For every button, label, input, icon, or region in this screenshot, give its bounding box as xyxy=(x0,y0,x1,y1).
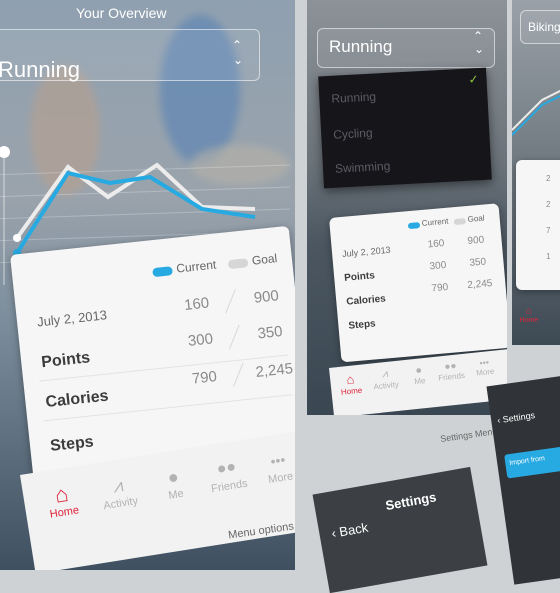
points-label: Points xyxy=(343,270,376,284)
stats-card: Current Goal July 2, 2013 160 900 Points… xyxy=(329,203,507,363)
settings-back-label: Settings xyxy=(502,410,536,425)
value-separator xyxy=(228,324,240,350)
activity-select-value: Running xyxy=(329,37,393,56)
steps-goal: 2,245 xyxy=(466,278,493,292)
current-legend-label: Current xyxy=(421,216,449,228)
stats-card: 2 2 7 1 xyxy=(516,160,560,290)
tab-friends[interactable]: ●● Friends xyxy=(200,453,255,496)
chevron-down-icon: ⌄ xyxy=(474,42,485,56)
steps-goal: 2,245 xyxy=(254,360,294,381)
back-button[interactable]: ‹ Back xyxy=(330,520,369,541)
legend-value: 2 xyxy=(546,200,551,209)
screen-caption: Settings Menu xyxy=(439,426,498,444)
tab-home[interactable]: ⌂ Home xyxy=(334,370,368,397)
points-current: 160 xyxy=(183,294,211,315)
stats-date: July 2, 2013 xyxy=(36,307,108,330)
chevron-up-icon: ⌃ xyxy=(232,38,243,52)
activity-select-value: Running xyxy=(0,57,80,82)
goal-legend-swatch xyxy=(453,218,467,226)
activity-line-chart xyxy=(512,89,560,136)
points-goal: 900 xyxy=(467,234,485,247)
back-button-label: Back xyxy=(338,519,370,540)
overview-screen-biking: Biking 2 2 7 1 ⌂ Home xyxy=(512,0,560,345)
value-separator xyxy=(225,288,236,314)
selected-check-icon: ✓ xyxy=(468,72,479,87)
tab-activity[interactable]: ⩘ Activity xyxy=(367,366,403,392)
steps-current: 790 xyxy=(191,368,218,388)
current-legend-swatch xyxy=(152,266,173,278)
goal-series-line xyxy=(512,89,560,131)
legend-value: 2 xyxy=(546,174,551,183)
tab-activity[interactable]: ⩘ Activity xyxy=(91,470,146,513)
dropdown-option-swimming[interactable]: Swimming xyxy=(335,159,391,176)
stats-date: July 2, 2013 xyxy=(341,244,391,259)
tab-home[interactable]: ⌂ Home xyxy=(516,306,542,324)
goal-legend-swatch xyxy=(227,258,249,270)
steps-label: Steps xyxy=(49,433,95,455)
overview-screen-running: Your Overview Running ⌃ ⌄ Current Goal J… xyxy=(0,0,295,570)
scrubber-handle xyxy=(0,146,10,158)
steps-label: Steps xyxy=(348,318,377,332)
settings-title: Settings xyxy=(384,489,438,514)
points-goal: 900 xyxy=(252,287,280,307)
tab-home-label: Home xyxy=(519,317,539,324)
calories-goal: 350 xyxy=(256,322,284,343)
settings-back-button[interactable]: ‹ Settings xyxy=(497,410,536,425)
settings-screen: ‹ Back Settings xyxy=(312,466,488,593)
points-current: 160 xyxy=(427,238,445,251)
home-icon: ⌂ xyxy=(525,306,533,317)
tab-more[interactable]: ••• More xyxy=(467,356,503,378)
activity-select-value: Biking xyxy=(528,20,560,34)
activity-dropdown: ✓ Running Cycling Swimming xyxy=(318,67,492,189)
calories-label: Calories xyxy=(345,293,387,308)
grid-line xyxy=(0,186,290,198)
calories-label: Calories xyxy=(44,387,110,412)
legend-value: 1 xyxy=(546,252,551,261)
legend-value: 7 xyxy=(546,226,551,235)
calories-current: 300 xyxy=(187,330,214,350)
overview-screen-dropdown: Running ⌃ ⌄ ✓ Running Cycling Swimming C… xyxy=(307,0,507,415)
tab-home-label: Home xyxy=(340,385,363,397)
goal-legend-label: Goal xyxy=(467,213,485,224)
tab-me[interactable]: ● Me xyxy=(147,461,202,504)
page-title: Your Overview xyxy=(76,5,167,21)
calories-goal: 350 xyxy=(469,256,487,269)
import-button[interactable]: Import from xyxy=(504,446,560,479)
chevron-up-icon: ⌃ xyxy=(473,29,484,43)
tab-friends[interactable]: ●● Friends xyxy=(433,360,469,383)
tab-me[interactable]: ● Me xyxy=(403,363,435,387)
tab-me-label: Me xyxy=(413,376,426,387)
goal-series-point xyxy=(13,234,21,242)
import-button-label: Import from xyxy=(508,455,546,468)
tab-home[interactable]: ⌂ Home xyxy=(36,479,89,522)
current-legend-swatch xyxy=(407,222,421,230)
dropdown-option-cycling[interactable]: Cycling xyxy=(333,126,373,142)
goal-series-line xyxy=(15,162,256,240)
calories-current: 300 xyxy=(429,259,447,273)
steps-current: 790 xyxy=(431,281,449,295)
chevron-down-icon: ⌄ xyxy=(233,53,244,67)
dropdown-option-running[interactable]: Running xyxy=(331,89,376,105)
current-series-line xyxy=(512,94,560,136)
current-legend-label: Current xyxy=(175,257,217,276)
points-label: Points xyxy=(40,349,91,372)
import-screen: ‹ Settings Import from xyxy=(486,375,560,585)
goal-legend-label: Goal xyxy=(251,251,278,268)
value-separator xyxy=(232,362,244,388)
tab-more[interactable]: ••• More xyxy=(251,445,295,488)
